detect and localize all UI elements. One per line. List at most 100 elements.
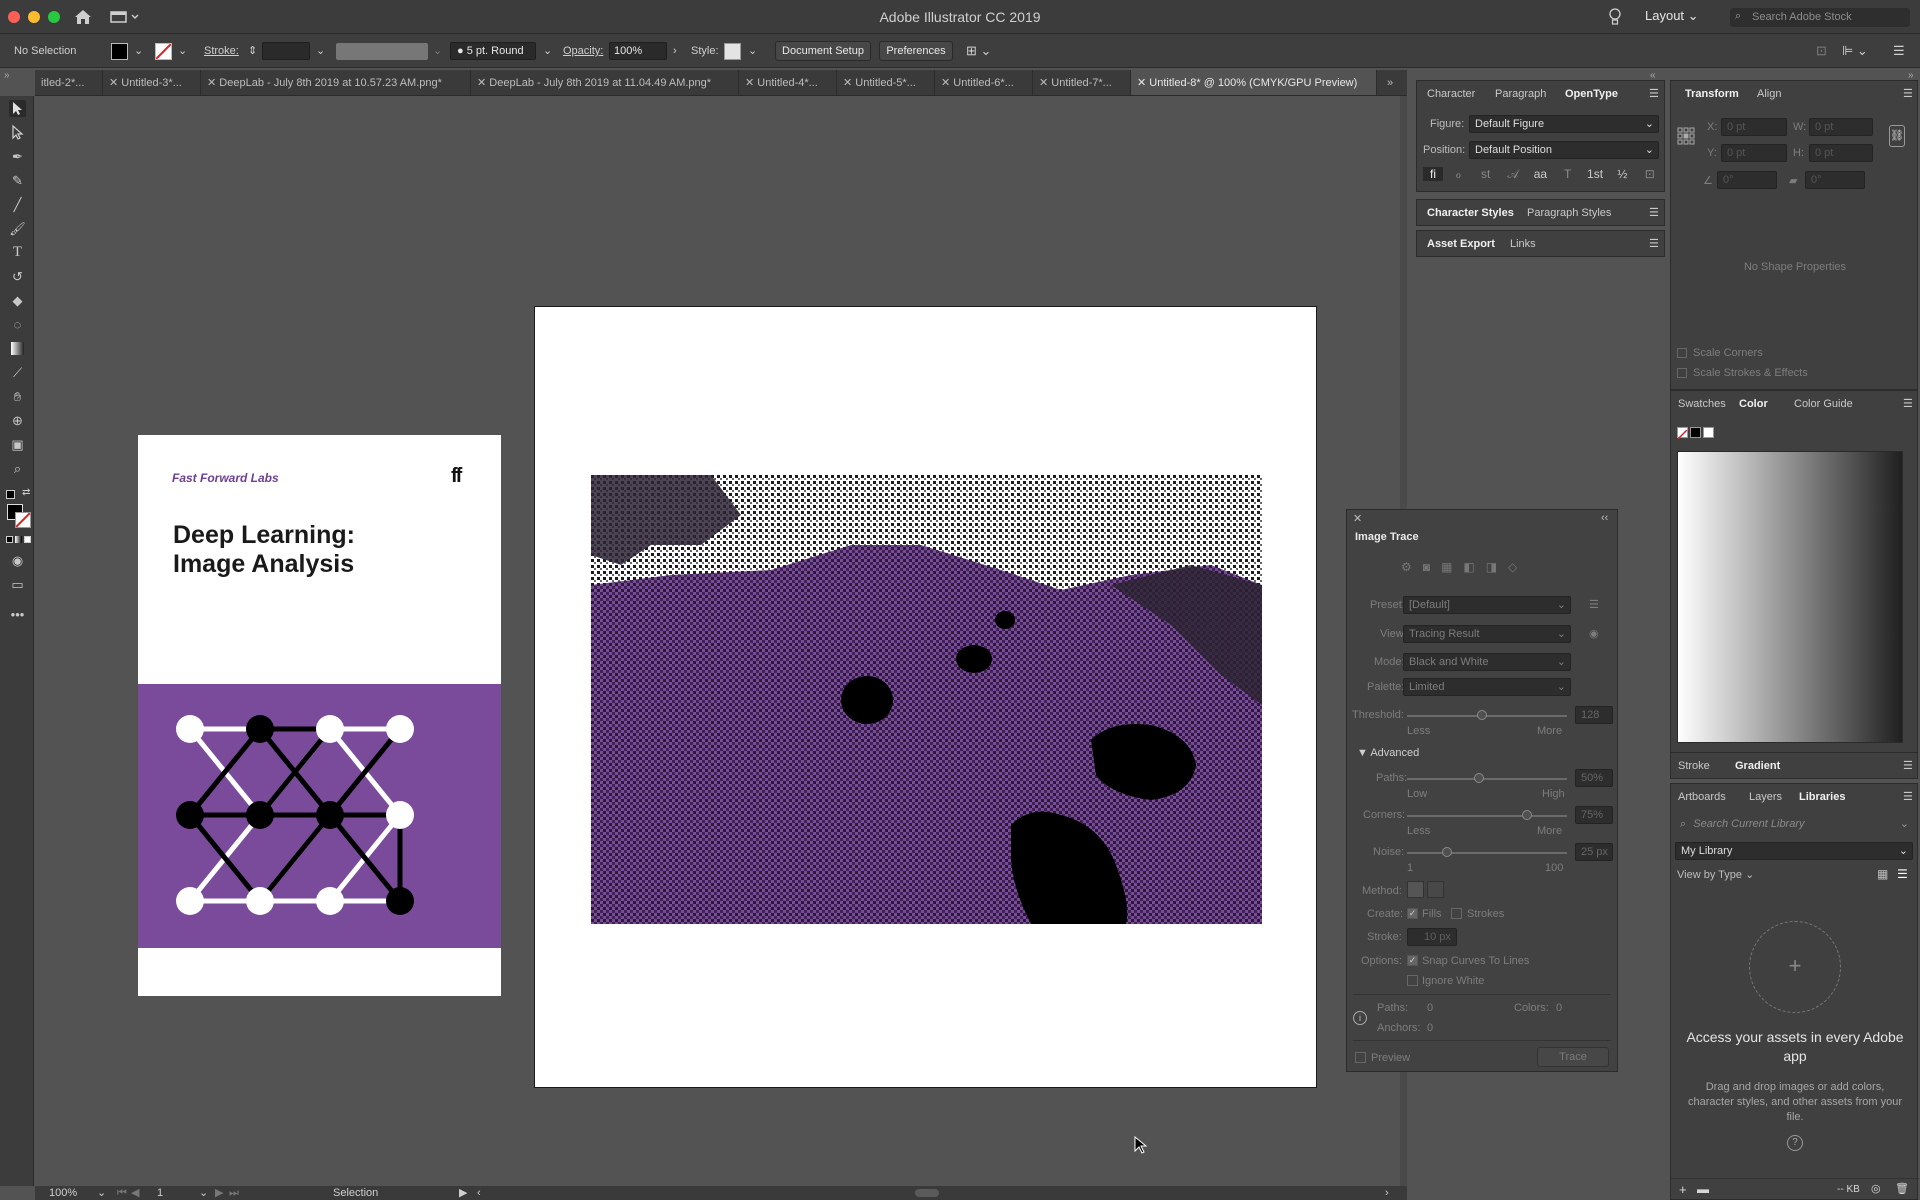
stroke-swatch[interactable] [155, 43, 172, 60]
rotate-field[interactable]: 0° [1717, 171, 1777, 189]
tab-links[interactable]: Links [1510, 232, 1536, 256]
more-opentype-icon[interactable]: ⊡ [1638, 167, 1662, 181]
stylistic-alternates-icon[interactable]: aa [1528, 167, 1552, 181]
black-white-icon[interactable]: ◨ [1486, 560, 1497, 574]
tab-close-icon[interactable]: ✕ [1137, 77, 1146, 89]
tab-gradient[interactable]: Gradient [1735, 754, 1780, 778]
panel-menu-icon[interactable]: ☰ [1903, 785, 1913, 809]
add-content-icon[interactable]: + [1679, 1182, 1687, 1197]
position-select[interactable]: Default Position ⌄ [1469, 141, 1659, 159]
panel-menu-icon[interactable]: ☰ [1649, 201, 1659, 225]
stock-search-field[interactable]: ⌕ Search Adobe Stock [1730, 8, 1910, 27]
stroke-weight-field[interactable] [262, 42, 310, 60]
threshold-slider[interactable] [1407, 715, 1567, 717]
tab-close-icon[interactable]: ✕ [477, 77, 486, 89]
panel-menu-icon[interactable]: ☰ [1903, 82, 1913, 106]
auto-color-icon[interactable]: ⚙ [1401, 560, 1412, 574]
variable-width-profile[interactable] [336, 43, 428, 60]
outline-icon[interactable]: ◇ [1508, 560, 1517, 574]
list-view-icon[interactable]: ☰ [1897, 867, 1908, 881]
y-field[interactable]: 0 pt [1721, 144, 1787, 162]
minimize-window-button[interactable] [28, 11, 40, 23]
scale-corners-checkbox[interactable] [1677, 348, 1687, 358]
more-tools-icon[interactable]: ••• [9, 606, 26, 623]
sync-icon[interactable]: ◎ [1871, 1182, 1881, 1195]
w-field[interactable]: 0 pt [1809, 118, 1873, 136]
panel-menu-icon[interactable]: ☰ [1903, 392, 1913, 416]
preview-checkbox[interactable] [1355, 1052, 1366, 1063]
fill-swatch[interactable] [111, 43, 128, 60]
corners-slider-handle[interactable] [1522, 810, 1532, 820]
home-icon[interactable] [74, 9, 92, 25]
opacity-arrow-icon[interactable]: › [673, 34, 677, 68]
document-setup-button[interactable]: Document Setup [775, 41, 871, 61]
add-asset-button[interactable]: + [1749, 921, 1841, 1013]
tab-close-icon[interactable]: ✕ [843, 77, 852, 89]
tab-swatches[interactable]: Swatches [1678, 392, 1726, 416]
shear-field[interactable]: 0° [1805, 171, 1865, 189]
figure-select[interactable]: Default Figure ⌄ [1469, 115, 1659, 133]
next-artboard-icon[interactable]: ▶ [215, 1186, 223, 1200]
toolbar-collapse-icon[interactable]: » [4, 70, 10, 81]
first-artboard-icon[interactable]: ⏮ [117, 1186, 127, 1200]
artboard-dropdown-icon[interactable]: ⌄ [199, 1186, 208, 1200]
arrange-documents-icon[interactable] [110, 10, 140, 24]
brush-dropdown-icon[interactable]: ⌄ [543, 34, 552, 68]
puppet-warp-tool-icon[interactable]: ✋︎ [9, 388, 26, 405]
scale-strokes-checkbox[interactable] [1677, 368, 1687, 378]
last-artboard-icon[interactable]: ⏭ [229, 1186, 239, 1200]
panel-menu-icon[interactable]: ☰ [1903, 754, 1913, 778]
swash-icon[interactable]: 𝒜 [1501, 167, 1525, 182]
noise-field[interactable]: 25 px [1575, 843, 1613, 861]
method-abutting-button[interactable] [1407, 881, 1424, 898]
tab-artboards[interactable]: Artboards [1678, 785, 1726, 809]
grid-view-icon[interactable]: ▦ [1877, 867, 1888, 881]
stroke-label[interactable]: Stroke: [204, 34, 239, 68]
snap-curves-checkbox[interactable]: ✓ [1407, 955, 1418, 966]
ignore-white-checkbox[interactable] [1407, 975, 1418, 986]
type-tool-icon[interactable]: T [9, 244, 26, 261]
ordinals-icon[interactable]: 1st [1583, 167, 1607, 181]
preferences-button[interactable]: Preferences [879, 41, 953, 61]
fill-dropdown-icon[interactable]: ⌄ [134, 34, 143, 68]
strokes-checkbox[interactable] [1451, 908, 1462, 919]
tab-close-icon[interactable]: ✕ [109, 77, 118, 89]
tab-color[interactable]: Color [1739, 392, 1768, 416]
paintbrush-tool-icon[interactable]: 🖌︎ [9, 220, 26, 237]
library-search-field[interactable]: ⌕ Search Current Library ⌄ [1675, 816, 1913, 834]
traced-image[interactable] [591, 475, 1262, 924]
default-colors-icon[interactable] [6, 490, 15, 499]
tab-color-guide[interactable]: Color Guide [1794, 392, 1853, 416]
scroll-right-icon[interactable]: › [1385, 1186, 1389, 1200]
h-field[interactable]: 0 pt [1809, 144, 1873, 162]
selection-tool-icon[interactable] [9, 100, 26, 117]
arrange-icon[interactable]: ⊞ ⌄ [966, 34, 991, 68]
tab-opentype[interactable]: OpenType [1565, 82, 1618, 106]
tab-align[interactable]: Align [1757, 82, 1781, 106]
document-tab[interactable]: ✕ Untitled-3*... [103, 70, 201, 95]
stroke-width-field[interactable]: 10 px [1407, 928, 1457, 946]
x-field[interactable]: 0 pt [1721, 118, 1787, 136]
direct-selection-tool-icon[interactable] [9, 124, 26, 141]
tab-close-icon[interactable]: ✕ [207, 77, 216, 89]
document-tab-active[interactable]: ✕ Untitled-8* @ 100% (CMYK/GPU Preview) [1131, 70, 1377, 95]
tab-overflow-icon[interactable]: » [1381, 70, 1407, 95]
status-menu-icon[interactable]: ▶ [459, 1186, 467, 1200]
tab-transform[interactable]: Transform [1685, 82, 1739, 106]
none-swatch[interactable] [1677, 427, 1688, 440]
curvature-tool-icon[interactable]: ✎ [9, 172, 26, 189]
preset-select[interactable]: [Default] ⌄ [1403, 596, 1571, 614]
tab-libraries[interactable]: Libraries [1799, 785, 1845, 809]
color-mode-icons[interactable] [6, 536, 32, 545]
tab-stroke[interactable]: Stroke [1678, 754, 1710, 778]
tab-paragraph-styles[interactable]: Paragraph Styles [1527, 201, 1611, 225]
document-tab[interactable]: ✕ Untitled-4*... [739, 70, 837, 95]
document-tab[interactable]: ✕ DeepLab - July 8th 2019 at 10.57.23 AM… [201, 70, 471, 95]
pen-tool-icon[interactable]: ✒ [9, 148, 26, 165]
white-swatch[interactable] [1703, 427, 1714, 438]
tab-character[interactable]: Character [1427, 82, 1475, 106]
high-color-icon[interactable]: ◙ [1423, 560, 1430, 574]
zoom-window-button[interactable] [48, 11, 60, 23]
trash-icon[interactable]: 🗑︎ [1895, 1182, 1909, 1195]
isolate-icon[interactable]: ⊡ [1816, 34, 1827, 68]
